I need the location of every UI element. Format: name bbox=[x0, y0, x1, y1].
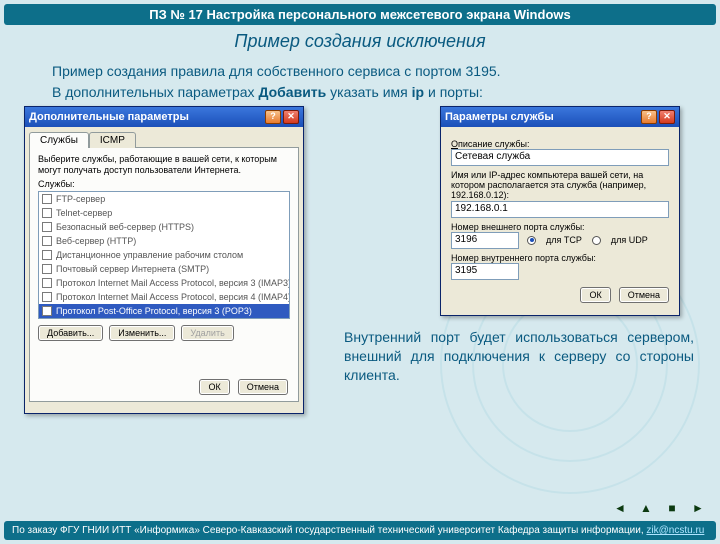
ext-port-input[interactable]: 3196 bbox=[451, 232, 519, 249]
page-title-bar: ПЗ № 17 Настройка персонального межсетев… bbox=[4, 4, 716, 25]
host-value: 192.168.0.1 bbox=[455, 203, 508, 214]
list-item[interactable]: Почтовый сервер Интернета (SMTP) bbox=[39, 262, 289, 276]
checkbox-icon[interactable] bbox=[42, 236, 52, 246]
delete-button-label: Удалить bbox=[190, 328, 224, 338]
checkbox-icon[interactable] bbox=[42, 264, 52, 274]
help-icon[interactable]: ? bbox=[641, 110, 657, 124]
radio-tcp[interactable] bbox=[527, 236, 536, 245]
intro-line1: Пример создания правила для собственного… bbox=[52, 63, 501, 79]
cancel-button[interactable]: Отмена bbox=[238, 379, 288, 395]
nav-prev-icon[interactable]: ◄ bbox=[610, 500, 630, 516]
delete-button[interactable]: Удалить bbox=[181, 325, 233, 341]
radio-udp-label: для UDP bbox=[611, 235, 648, 245]
intro-2b: Добавить bbox=[258, 84, 326, 100]
list-item-label: Безопасный веб-сервер (HTTPS) bbox=[56, 222, 194, 232]
tab-icmp[interactable]: ICMP bbox=[89, 132, 136, 148]
dialog-title: Дополнительные параметры bbox=[29, 111, 189, 123]
services-panel: Выберите службы, работающие в вашей сети… bbox=[29, 148, 299, 402]
intro-2c: указать имя bbox=[326, 84, 411, 100]
close-icon[interactable]: ✕ bbox=[283, 110, 299, 124]
checkbox-icon[interactable] bbox=[42, 194, 52, 204]
tabs: Службы ICMP bbox=[29, 131, 299, 148]
list-item[interactable]: Протокол Internet Mail Access Protocol, … bbox=[39, 290, 289, 304]
int-port-value: 3195 bbox=[455, 265, 477, 276]
list-item[interactable]: Telnet-сервер bbox=[39, 206, 289, 220]
tab-icmp-label: ICMP bbox=[100, 135, 125, 146]
list-item[interactable]: Дистанционное управление рабочим столом bbox=[39, 248, 289, 262]
cancel-label: Отмена bbox=[628, 290, 660, 300]
close-icon[interactable]: ✕ bbox=[659, 110, 675, 124]
list-item-selected[interactable]: Протокол Post-Office Protocol, версия 3 … bbox=[39, 304, 289, 318]
list-item-label: Протокол Internet Mail Access Protocol, … bbox=[56, 278, 290, 288]
cancel-label: Отмена bbox=[247, 382, 279, 392]
list-item[interactable]: Протокол Internet Mail Access Protocol, … bbox=[39, 276, 289, 290]
cancel-button[interactable]: Отмена bbox=[619, 287, 669, 303]
subtitle: Пример создания исключения bbox=[0, 31, 720, 52]
explanation-note: Внутренний порт будет использоваться сер… bbox=[344, 328, 694, 385]
dialog-titlebar: Параметры службы ? ✕ bbox=[441, 107, 679, 127]
footer-mail-link[interactable]: zik@ncstu.ru bbox=[646, 525, 704, 536]
slide-nav: ◄ ▲ ■ ► bbox=[608, 500, 708, 516]
intro-2e: и порты: bbox=[424, 84, 483, 100]
host-label: Имя или IP-адрес компьютера вашей сети, … bbox=[451, 170, 669, 201]
list-item-label: Дистанционное управление рабочим столом bbox=[56, 250, 243, 260]
checkbox-icon[interactable] bbox=[42, 292, 52, 302]
list-item-label: Telnet-сервер bbox=[56, 208, 112, 218]
ext-port-value: 3196 bbox=[455, 234, 477, 245]
tab-services-label: Службы bbox=[40, 135, 78, 146]
list-item-label: Веб-сервер (HTTP) bbox=[56, 236, 136, 246]
intro-2d: ip bbox=[412, 84, 424, 100]
tab-services[interactable]: Службы bbox=[29, 132, 89, 148]
panel-hint: Выберите службы, работающие в вашей сети… bbox=[38, 154, 290, 176]
checkbox-icon[interactable] bbox=[42, 208, 52, 218]
list-item-label: Почтовый сервер Интернета (SMTP) bbox=[56, 264, 209, 274]
footer-text: По заказу ФГУ ГНИИ ИТТ «Информика» Север… bbox=[12, 525, 646, 536]
list-item[interactable]: Безопасный веб-сервер (HTTPS) bbox=[39, 220, 289, 234]
checkbox-icon[interactable] bbox=[42, 306, 52, 316]
list-item[interactable]: FTP-сервер bbox=[39, 192, 289, 206]
services-listbox[interactable]: FTP-сервер Telnet-сервер Безопасный веб-… bbox=[38, 191, 290, 319]
dialog-titlebar: Дополнительные параметры ? ✕ bbox=[25, 107, 303, 127]
help-icon[interactable]: ? bbox=[265, 110, 281, 124]
list-item-label: FTP-сервер bbox=[56, 194, 105, 204]
list-label: Службы: bbox=[38, 179, 290, 189]
nav-next-icon[interactable]: ► bbox=[688, 500, 708, 516]
list-item-label: Протокол Internet Mail Access Protocol, … bbox=[56, 292, 290, 302]
desc-label: Описание службы: bbox=[451, 139, 669, 149]
add-button[interactable]: Добавить... bbox=[38, 325, 103, 341]
ok-label: ОК bbox=[208, 382, 220, 392]
list-item-label: Протокол Post-Office Protocol, версия 3 … bbox=[56, 306, 252, 316]
service-params-dialog: Параметры службы ? ✕ Описание службы: Се… bbox=[440, 106, 680, 316]
checkbox-icon[interactable] bbox=[42, 278, 52, 288]
ok-label: ОК bbox=[589, 290, 601, 300]
checkbox-icon[interactable] bbox=[42, 250, 52, 260]
intro-2a: В дополнительных параметрах bbox=[52, 84, 258, 100]
desc-input[interactable]: Сетевая служба bbox=[451, 149, 669, 166]
int-port-input[interactable]: 3195 bbox=[451, 263, 519, 280]
radio-tcp-label: для TCP bbox=[546, 235, 582, 245]
nav-up-icon[interactable]: ▲ bbox=[636, 500, 656, 516]
edit-button[interactable]: Изменить... bbox=[109, 325, 175, 341]
add-button-label: Добавить... bbox=[47, 328, 94, 338]
nav-home-icon[interactable]: ■ bbox=[662, 500, 682, 516]
radio-udp[interactable] bbox=[592, 236, 601, 245]
desc-value: Сетевая служба bbox=[455, 151, 530, 162]
page-title: ПЗ № 17 Настройка персонального межсетев… bbox=[149, 7, 570, 22]
dialog-title: Параметры службы bbox=[445, 111, 554, 123]
advanced-settings-dialog: Дополнительные параметры ? ✕ Службы ICMP… bbox=[24, 106, 304, 414]
ok-button[interactable]: ОК bbox=[580, 287, 610, 303]
int-port-label: Номер внутреннего порта службы: bbox=[451, 253, 669, 263]
footer: По заказу ФГУ ГНИИ ИТТ «Информика» Север… bbox=[4, 521, 716, 540]
checkbox-icon[interactable] bbox=[42, 222, 52, 232]
ext-port-label: Номер внешнего порта службы: bbox=[451, 222, 669, 232]
intro-text: Пример создания правила для собственного… bbox=[0, 62, 720, 102]
edit-button-label: Изменить... bbox=[118, 328, 166, 338]
host-input[interactable]: 192.168.0.1 bbox=[451, 201, 669, 218]
ok-button[interactable]: ОК bbox=[199, 379, 229, 395]
list-item[interactable]: Веб-сервер (HTTP) bbox=[39, 234, 289, 248]
